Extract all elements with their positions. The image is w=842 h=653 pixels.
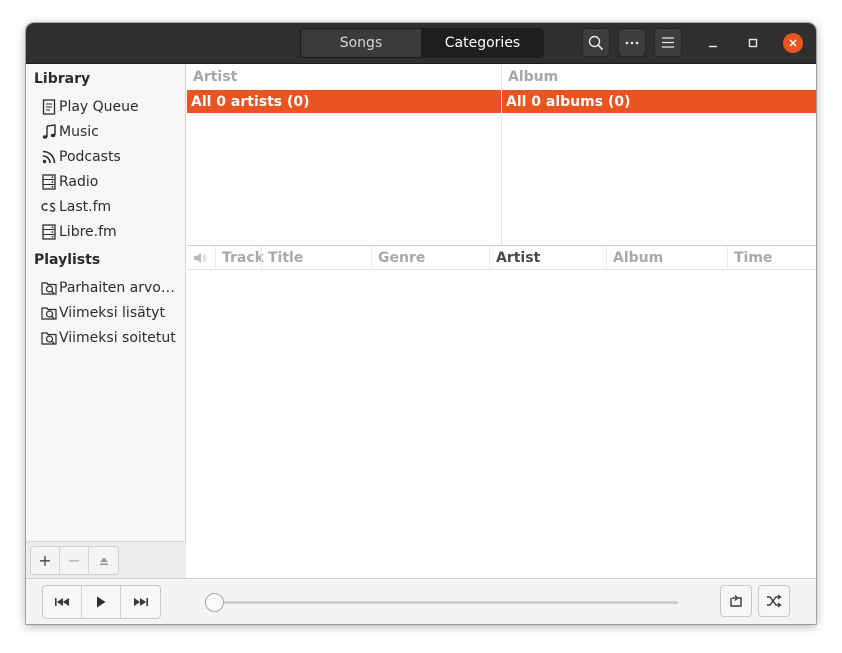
transport-controls [42, 585, 161, 619]
repeat-icon [730, 595, 742, 607]
shuffle-button[interactable] [758, 585, 790, 617]
column-genre[interactable]: Genre [371, 246, 489, 269]
queue-icon [40, 99, 57, 116]
column-album[interactable]: Album [606, 246, 727, 269]
sidebar-item-podcasts[interactable]: Podcasts [40, 146, 182, 168]
sidebar-item-radio[interactable]: Radio [40, 171, 182, 193]
close-icon [789, 39, 797, 47]
eject-icon [99, 557, 108, 565]
sidebar-item-label: Viimeksi soitetut [59, 330, 176, 346]
column-artist[interactable]: Artist [489, 246, 606, 269]
minimize-button[interactable] [703, 33, 723, 53]
more-icon [625, 41, 639, 44]
tab-categories[interactable]: Categories [422, 29, 543, 57]
header-bar: Songs Categories [26, 23, 816, 64]
add-playlist-button[interactable]: + [31, 547, 60, 574]
playlists-heading: Playlists [34, 252, 101, 268]
artist-list-item-all[interactable]: All 0 artists (0) [187, 90, 501, 113]
more-button[interactable] [618, 28, 646, 57]
sidebar-item-playlist-recently-added[interactable]: Viimeksi lisätyt [40, 302, 182, 324]
rss-icon [40, 149, 57, 166]
sidebar-item-librefm[interactable]: Libre.fm [40, 221, 182, 243]
tab-songs[interactable]: Songs [301, 29, 422, 57]
column-playing[interactable] [187, 246, 215, 269]
lastfm-icon [40, 199, 57, 216]
maximize-button[interactable] [743, 33, 763, 53]
sidebar-toolbar: + − [26, 541, 186, 578]
sidebar-item-label: Parhaiten arvostellut [59, 280, 179, 296]
view-switcher: Songs Categories [300, 28, 544, 58]
sidebar-item-playlist-top-rated[interactable]: Parhaiten arvostellut [40, 277, 182, 299]
column-time[interactable]: Time [727, 246, 816, 269]
maximize-icon [748, 38, 758, 48]
sidebar: Library Play Queue Music Podcasts Radio [26, 64, 186, 578]
pane-divider [501, 64, 502, 245]
sidebar-item-label: Last.fm [59, 199, 112, 215]
seek-handle[interactable] [205, 593, 224, 612]
sidebar-item-lastfm[interactable]: Last.fm [40, 196, 182, 218]
sidebar-toolbar-group: + − [30, 546, 119, 575]
play-icon [97, 596, 106, 608]
search-button[interactable] [582, 28, 610, 57]
radio-icon [40, 174, 57, 191]
sidebar-item-music[interactable]: Music [40, 121, 182, 143]
remove-playlist-button[interactable]: − [60, 547, 89, 574]
previous-icon [55, 598, 69, 606]
app-menu-button[interactable] [654, 28, 682, 57]
minimize-icon [709, 45, 717, 48]
sidebar-item-playlist-recently-played[interactable]: Viimeksi soitetut [40, 327, 182, 349]
sidebar-item-label: Play Queue [59, 99, 139, 115]
sidebar-item-label: Libre.fm [59, 224, 117, 240]
sidebar-item-label: Podcasts [59, 149, 121, 165]
column-track[interactable]: Track [215, 246, 264, 269]
tracklist-body[interactable] [187, 270, 816, 578]
seek-bar[interactable] [209, 601, 678, 604]
speaker-icon [194, 252, 207, 263]
music-note-icon [40, 124, 57, 141]
sidebar-item-play-queue[interactable]: Play Queue [40, 96, 182, 118]
search-icon [588, 35, 604, 50]
eject-button[interactable] [89, 547, 118, 574]
artist-pane-header[interactable]: Artist [187, 64, 501, 90]
sidebar-item-label: Viimeksi lisätyt [59, 305, 165, 321]
librefm-icon [40, 224, 57, 241]
next-button[interactable] [121, 586, 160, 618]
album-pane-header[interactable]: Album [502, 64, 816, 90]
next-icon [133, 598, 148, 606]
sidebar-item-label: Music [59, 124, 99, 140]
smart-playlist-icon [40, 330, 57, 347]
sidebar-item-label: Radio [59, 174, 99, 190]
shuffle-icon [767, 594, 782, 608]
play-button[interactable] [82, 586, 121, 618]
previous-button[interactable] [43, 586, 82, 618]
menu-icon [662, 37, 674, 48]
repeat-button[interactable] [720, 585, 752, 617]
column-title[interactable]: Title [261, 246, 371, 269]
rhythmbox-window: Songs Categories Library Play Queue Musi… [26, 23, 816, 624]
album-list-item-all[interactable]: All 0 albums (0) [502, 90, 816, 113]
smart-playlist-icon [40, 280, 57, 297]
player-bar [26, 578, 816, 624]
smart-playlist-icon [40, 305, 57, 322]
library-heading: Library [34, 71, 91, 87]
close-button[interactable] [783, 33, 803, 53]
tracklist-header: Track Title Genre Artist Album Time [187, 246, 816, 270]
